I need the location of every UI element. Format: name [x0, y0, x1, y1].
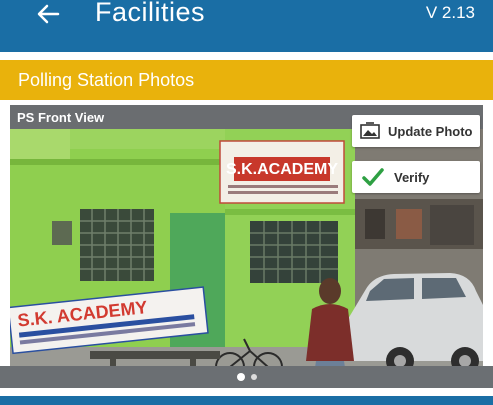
- verify-button[interactable]: Verify: [352, 161, 480, 193]
- page-dot-active[interactable]: [236, 373, 245, 381]
- photo-update-icon: [360, 122, 380, 139]
- page-title: Facilities: [95, 0, 206, 27]
- sign-main-text: S.K.ACADEMY: [226, 161, 338, 178]
- verify-label: Verify: [394, 169, 430, 185]
- back-button[interactable]: [33, 0, 63, 28]
- section-title: Polling Station Photos: [18, 70, 195, 90]
- photo-gallery[interactable]: PS Front View S.K.ACADEMY S.K. ACADEMY U…: [10, 105, 483, 388]
- check-icon: [362, 168, 384, 186]
- update-photo-label: Update Photo: [388, 123, 473, 139]
- page-dot[interactable]: [250, 374, 257, 380]
- app-bar: Facilities V 2.13: [0, 0, 493, 52]
- version-label: V 2.13: [425, 3, 475, 22]
- arrow-left-icon: [37, 4, 60, 24]
- photo-caption: PS Front View: [17, 110, 105, 125]
- update-photo-button[interactable]: Update Photo: [352, 115, 480, 147]
- bottom-bar: [0, 396, 493, 405]
- page-indicator: [0, 366, 493, 388]
- section-header: Polling Station Photos: [0, 60, 493, 100]
